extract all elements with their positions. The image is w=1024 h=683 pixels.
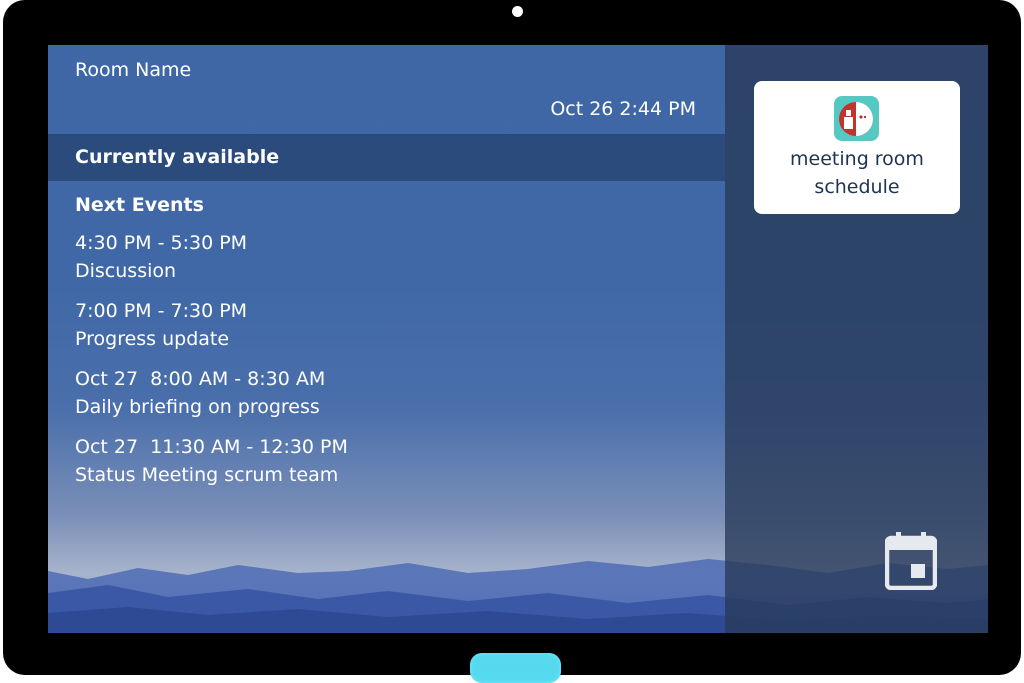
event-title: Status Meeting scrum team xyxy=(75,464,339,486)
event-item[interactable]: Oct 27 11:30 AM - 12:30 PM Status Meetin… xyxy=(75,433,348,489)
event-title: Daily briefing on progress xyxy=(75,396,320,418)
tablet-device: Room Name Oct 26 2:44 PM Currently avail… xyxy=(3,0,1021,683)
current-datetime: Oct 26 2:44 PM xyxy=(550,98,696,120)
main-panel: Room Name Oct 26 2:44 PM Currently avail… xyxy=(48,45,725,633)
screen: Room Name Oct 26 2:44 PM Currently avail… xyxy=(48,45,988,633)
room-name: Room Name xyxy=(75,59,192,81)
event-item[interactable]: 4:30 PM - 5:30 PM Discussion xyxy=(75,229,247,285)
app-label-line2: schedule xyxy=(814,176,900,198)
next-events-heading: Next Events xyxy=(75,194,204,216)
home-button[interactable] xyxy=(470,653,561,683)
event-time: Oct 27 11:30 AM - 12:30 PM xyxy=(75,436,348,458)
app-label-line1: meeting room xyxy=(790,148,924,170)
meeting-room-schedule-app-button[interactable]: meeting room schedule xyxy=(754,81,960,214)
event-title: Discussion xyxy=(75,260,177,282)
camera-dot xyxy=(512,6,523,17)
meeting-room-app-icon xyxy=(834,96,879,141)
availability-status: Currently available xyxy=(75,146,280,168)
status-bar: Currently available xyxy=(48,134,725,181)
event-item[interactable]: 7:00 PM - 7:30 PM Progress update xyxy=(75,297,247,353)
event-title: Progress update xyxy=(75,328,230,350)
app-label: meeting room schedule xyxy=(754,145,960,201)
event-time: Oct 27 8:00 AM - 8:30 AM xyxy=(75,368,326,390)
event-item[interactable]: Oct 27 8:00 AM - 8:30 AM Daily briefing … xyxy=(75,365,325,421)
event-time: 7:00 PM - 7:30 PM xyxy=(75,300,248,322)
side-panel: meeting room schedule xyxy=(725,45,988,633)
calendar-icon[interactable] xyxy=(884,532,938,591)
event-time: 4:30 PM - 5:30 PM xyxy=(75,232,248,254)
